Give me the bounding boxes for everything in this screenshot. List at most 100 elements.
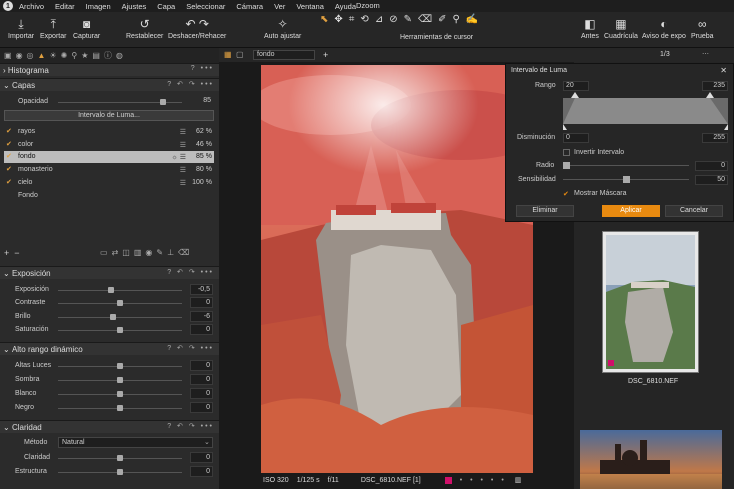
fill-mask-icon[interactable]: ◫: [122, 248, 134, 257]
falloff-max-field[interactable]: 255: [702, 133, 728, 143]
luma-curve[interactable]: [563, 92, 728, 130]
checkbox-icon[interactable]: ✔: [6, 152, 12, 160]
range-max-field[interactable]: 235: [702, 81, 728, 91]
single-view-icon[interactable]: ▢: [236, 50, 244, 59]
method-select[interactable]: Natural: [58, 437, 213, 448]
menu-ver[interactable]: Ver: [274, 2, 285, 11]
info-icon[interactable]: ▥: [515, 476, 522, 484]
clarity-section[interactable]: ⌄ Claridad? ↶ ↷ •••: [0, 420, 219, 433]
grid-button[interactable]: ▦ Cuadrícula: [604, 15, 638, 40]
pan-icon[interactable]: ✥: [334, 14, 342, 25]
menu-editar[interactable]: Editar: [55, 2, 75, 11]
show-mask-checkbox[interactable]: ✔: [563, 190, 569, 198]
batch-tab-icon[interactable]: ◍: [116, 51, 123, 60]
section-controls[interactable]: ? ↶ ↷ •••: [167, 80, 214, 88]
menu-ventana[interactable]: Ventana: [296, 2, 324, 11]
exposure-section[interactable]: ⌄ Exposición? ↶ ↷ •••: [0, 266, 219, 279]
proof-button[interactable]: ∞ Prueba: [691, 15, 714, 40]
slider-knob[interactable]: [563, 162, 570, 169]
section-controls[interactable]: ? •••: [191, 65, 214, 72]
eraser-icon[interactable]: ⌫: [418, 14, 432, 25]
menu-imagen[interactable]: Imagen: [86, 2, 111, 11]
radius-field[interactable]: 0: [695, 161, 728, 171]
auto-adjust-button[interactable]: ✧ Auto ajustar: [264, 15, 301, 40]
checkbox-icon[interactable]: ✔: [6, 127, 12, 135]
thumbnail-image-2[interactable]: [580, 430, 722, 489]
mask-icon[interactable]: ▭: [100, 248, 112, 257]
menu-camara[interactable]: Cámara: [236, 2, 263, 11]
reset-button[interactable]: ↺ Restablecer: [126, 15, 163, 40]
luma-range-button[interactable]: Intervalo de Luma...: [4, 110, 214, 121]
rating-dots[interactable]: • • • • •: [460, 477, 507, 484]
add-icon[interactable]: +: [323, 50, 328, 60]
eraser-icon[interactable]: ⌫: [178, 248, 193, 257]
slider-knob[interactable]: [117, 327, 123, 333]
crop-icon[interactable]: ⌗: [349, 14, 355, 25]
checkbox-icon[interactable]: ✔: [6, 165, 12, 173]
details-tab-icon[interactable]: ✺: [61, 51, 68, 60]
export-button[interactable]: ⤒ Exportar: [40, 15, 66, 40]
slider-knob[interactable]: [117, 405, 123, 411]
section-controls[interactable]: ? ↶ ↷ •••: [167, 422, 214, 430]
layer-item-selected[interactable]: ✔ fondo ☼ ☰ 85 %: [4, 151, 214, 163]
exposure-warning-button[interactable]: ◐ Aviso de expo: [642, 15, 686, 40]
eyedropper-icon[interactable]: ⚲: [453, 14, 460, 25]
slider-knob[interactable]: [117, 377, 123, 383]
color-tag-icon[interactable]: [444, 476, 452, 484]
cancel-button[interactable]: Cancelar: [665, 205, 723, 217]
layers-section[interactable]: ⌄ Capas? ↶ ↷ •••: [0, 78, 219, 91]
section-controls[interactable]: ? ↶ ↷ •••: [167, 268, 214, 276]
apply-button[interactable]: Aplicar: [602, 205, 660, 217]
stamp-icon[interactable]: ⊥: [167, 248, 178, 257]
falloff-min-field[interactable]: 0: [563, 133, 589, 143]
spot-icon[interactable]: ⊘: [389, 14, 397, 25]
grid-view-icon[interactable]: ▦: [224, 50, 232, 59]
before-button[interactable]: ◧ Antes: [581, 15, 599, 40]
slider-knob[interactable]: [623, 176, 630, 183]
sensitivity-field[interactable]: 50: [695, 175, 728, 185]
brush-icon[interactable]: ✎: [156, 248, 167, 257]
menu-ajustes[interactable]: Ajustes: [122, 2, 147, 11]
hdr-section[interactable]: ⌄ Alto rango dinámico? ↶ ↷ •••: [0, 342, 219, 355]
range-min-field[interactable]: 20: [563, 81, 589, 91]
slider-knob[interactable]: [117, 391, 123, 397]
metadata-tab-icon[interactable]: ★: [81, 51, 88, 60]
slider-knob[interactable]: [110, 314, 116, 320]
menu-ayuda[interactable]: Ayuda: [335, 2, 356, 11]
import-button[interactable]: ⤓ Importar: [8, 15, 34, 40]
layer-item-background[interactable]: Fondo: [4, 190, 214, 202]
annotation-icon[interactable]: ✍: [466, 14, 478, 25]
brush-icon[interactable]: ✎: [404, 14, 412, 25]
histogram-section[interactable]: › Histograma? •••: [0, 63, 219, 76]
delete-button[interactable]: Eliminar: [516, 205, 574, 217]
layer-item[interactable]: ✔ monasterio ☰ 80 %: [4, 164, 214, 176]
opacity-knob[interactable]: [160, 99, 167, 105]
local-adjust-tab-icon[interactable]: ⚲: [71, 51, 77, 60]
slider-knob[interactable]: [117, 455, 123, 461]
brightness-slider[interactable]: [58, 317, 182, 318]
section-controls[interactable]: ? ↶ ↷ •••: [167, 344, 214, 352]
keystone-icon[interactable]: ⊿: [375, 14, 383, 25]
info-tab-icon[interactable]: ⓘ: [104, 50, 112, 61]
menu-capa[interactable]: Capa: [157, 2, 175, 11]
close-icon[interactable]: ✕: [720, 66, 727, 75]
add-layer-icon[interactable]: +: [4, 248, 14, 258]
checkbox-icon[interactable]: ✔: [6, 178, 12, 186]
color-tab-icon[interactable]: ▲: [38, 51, 46, 60]
library-tab-icon[interactable]: ▣: [4, 51, 12, 60]
gradient-icon[interactable]: ▥: [134, 248, 146, 257]
exposure-tab-icon[interactable]: ☀: [49, 51, 56, 60]
slider-knob[interactable]: [117, 363, 123, 369]
invert-checkbox[interactable]: [563, 149, 570, 156]
slider-knob[interactable]: [108, 287, 114, 293]
lens-tab-icon[interactable]: ◎: [27, 51, 34, 60]
slider-knob[interactable]: [117, 300, 123, 306]
browser-menu-icon[interactable]: ⋯: [702, 50, 709, 58]
color-picker-icon[interactable]: ✐: [438, 14, 446, 25]
select-cursor-icon[interactable]: ⬉: [320, 14, 328, 25]
layer-select[interactable]: fondo: [253, 50, 315, 60]
exposure-slider[interactable]: [58, 290, 182, 291]
thumbnail-selected[interactable]: [602, 231, 699, 373]
capture-tab-icon[interactable]: ◉: [16, 51, 23, 60]
layer-item[interactable]: ✔ cielo ☰ 100 %: [4, 177, 214, 189]
